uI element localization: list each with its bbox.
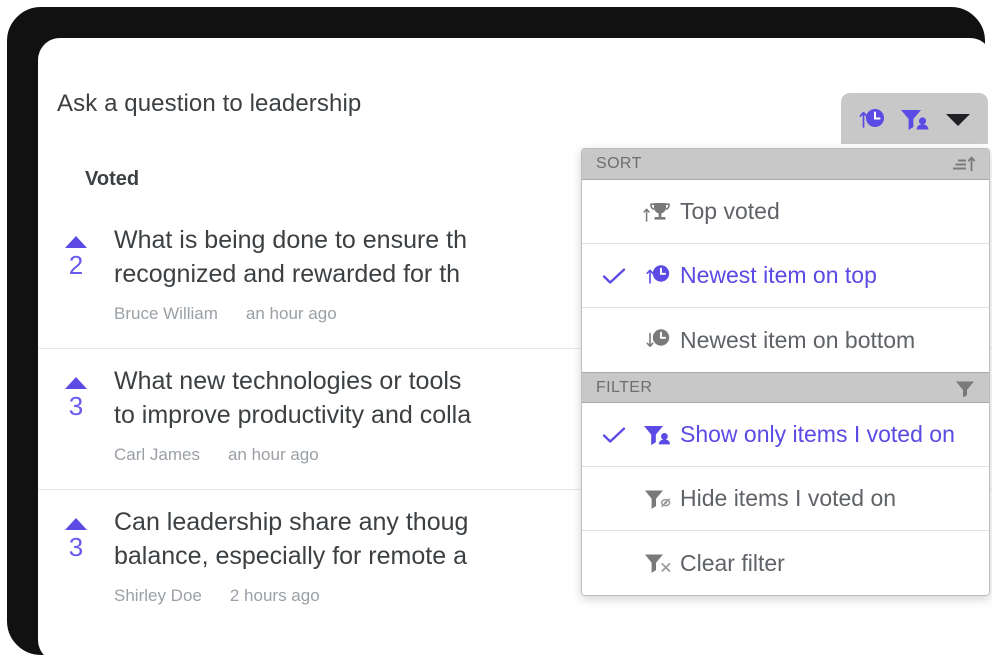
menu-item-label: Show only items I voted on [680, 421, 955, 447]
upvote-arrow-icon[interactable] [65, 236, 87, 248]
screenshot-root: Ask a question to leadership Voted 2 Wha… [0, 0, 1000, 662]
funnel-clear-icon [634, 549, 680, 577]
menu-item-newest-on-top[interactable]: Newest item on top [582, 244, 989, 308]
clock-down-icon [634, 326, 680, 354]
filter-voted-icon [898, 105, 930, 133]
sort-section-label: SORT [596, 155, 642, 172]
trophy-up-icon [634, 198, 680, 226]
vote-column: 3 [38, 506, 114, 631]
card-frame: Ask a question to leadership Voted 2 Wha… [7, 7, 992, 662]
menu-item-top-voted[interactable]: Top voted [582, 180, 989, 244]
menu-item-hide-voted[interactable]: Hide items I voted on [582, 467, 989, 531]
menu-item-label: Newest item on top [680, 262, 877, 288]
upvote-arrow-icon[interactable] [65, 518, 87, 530]
filter-section-label: FILTER [596, 378, 653, 396]
sort-newest-on-top-icon [856, 105, 886, 133]
sort-filter-toolbar [841, 93, 988, 144]
question-author: Bruce William [114, 303, 218, 323]
funnel-icon [954, 379, 976, 397]
vote-count: 3 [68, 532, 84, 562]
card-surface: Ask a question to leadership Voted 2 Wha… [38, 38, 992, 662]
section-label-voted: Voted [85, 168, 140, 190]
menu-item-clear-filter[interactable]: Clear filter [582, 531, 989, 595]
question-timestamp: an hour ago [227, 444, 319, 464]
sort-ascending-icon [952, 155, 976, 173]
vote-count: 3 [68, 391, 84, 421]
menu-item-label: Hide items I voted on [680, 485, 897, 511]
question-timestamp: 2 hours ago [229, 585, 320, 605]
question-author: Shirley Doe [114, 585, 202, 605]
sort-section-header: SORT [582, 149, 989, 180]
toolbar-filter-button[interactable] [894, 99, 934, 139]
vote-count: 2 [68, 250, 84, 280]
page-title: Ask a question to leadership [57, 90, 362, 117]
toolbar-expand-button[interactable] [938, 99, 978, 139]
menu-item-label: Clear filter [680, 549, 785, 576]
vote-column: 2 [38, 224, 114, 348]
chevron-down-icon [943, 109, 973, 129]
menu-item-newest-on-bottom[interactable]: Newest item on bottom [582, 308, 989, 372]
menu-item-show-only-voted[interactable]: Show only items I voted on [582, 403, 989, 467]
sort-filter-dropdown: SORT Top voted Newest item on top Newest… [581, 148, 990, 596]
menu-item-label: Top voted [680, 198, 780, 224]
clock-up-icon [634, 262, 680, 290]
funnel-hide-icon [634, 485, 680, 513]
question-author: Carl James [114, 444, 200, 464]
filter-section-header: FILTER [582, 372, 989, 403]
question-timestamp: an hour ago [245, 303, 337, 323]
toolbar-sort-button[interactable] [851, 99, 891, 139]
funnel-person-icon [634, 421, 680, 449]
vote-column: 3 [38, 365, 114, 489]
upvote-arrow-icon[interactable] [65, 377, 87, 389]
check-icon [594, 266, 634, 286]
check-icon [594, 425, 634, 445]
menu-item-label: Newest item on bottom [680, 326, 916, 353]
